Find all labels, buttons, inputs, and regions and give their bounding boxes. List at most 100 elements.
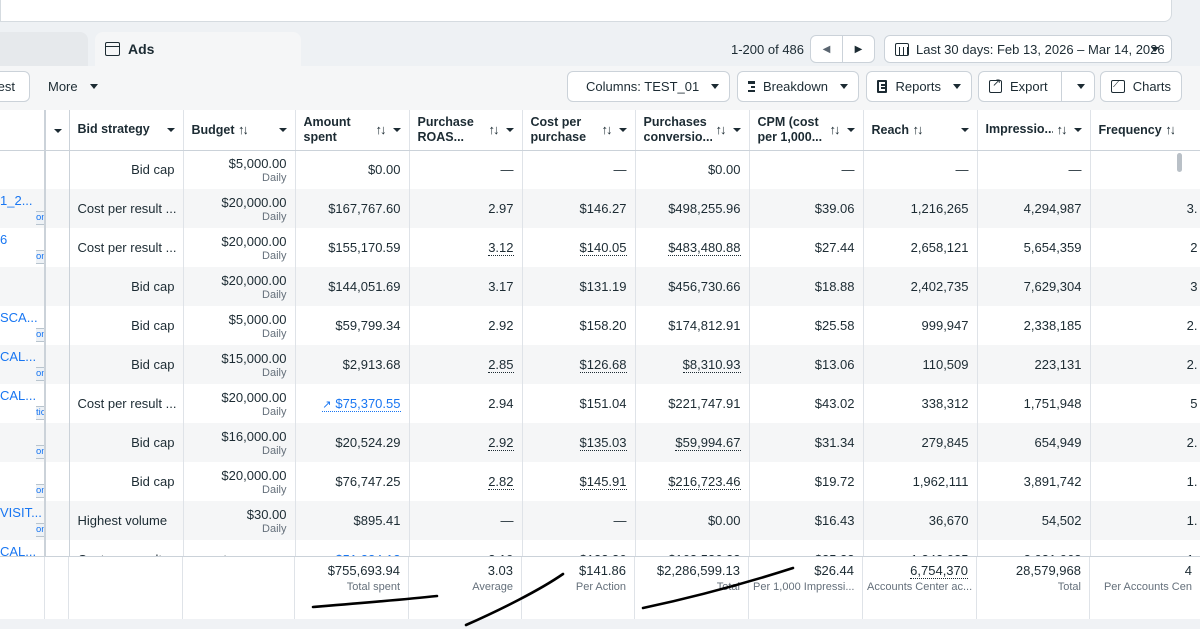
chevron-down-icon[interactable]: [53, 129, 62, 134]
budget-period: Daily: [262, 249, 287, 262]
budget-cell[interactable]: $16,000.00 Daily: [183, 423, 296, 462]
table-row[interactable]: onsBid cap$16,000.00Daily$20,524.292.92$…: [0, 423, 1200, 462]
cost-per-purchase-value: $146.27: [579, 201, 627, 216]
chevron-down-icon[interactable]: [505, 127, 514, 132]
budget-cell[interactable]: $20,000.00 Daily: [183, 384, 296, 423]
ad-name-cell[interactable]: CAL...tions: [0, 384, 46, 423]
ad-name-cell[interactable]: SCA...ons: [0, 306, 46, 345]
sort-icon[interactable]: ↑↓: [602, 122, 613, 137]
tab-ad-sets[interactable]: [0, 32, 88, 66]
cost-per-purchase-value: $158.20: [579, 318, 627, 333]
column-header-cost-per-purchase[interactable]: Cost per purchase ↑↓: [522, 110, 636, 151]
budget-cell[interactable]: $5,000.00 Daily: [183, 150, 296, 189]
chevron-down-icon[interactable]: [732, 127, 741, 132]
ad-name-link[interactable]: VISIT...: [0, 505, 42, 520]
ad-name-link[interactable]: CAL...: [0, 349, 36, 364]
chevron-down-icon[interactable]: [392, 127, 401, 132]
column-header-amount-spent[interactable]: Amount spent ↑↓: [295, 110, 410, 151]
table-row[interactable]: VISIT...onsHighest volume$30.00Daily$895…: [0, 501, 1200, 540]
frozen-column-divider[interactable]: [44, 110, 46, 618]
table-row[interactable]: CAL...tions Cost per result ...$20,000.00…: [0, 384, 1200, 423]
sort-icon[interactable]: ↑↓: [376, 122, 387, 137]
column-header-frequency[interactable]: Frequency ↑↓: [1090, 110, 1200, 151]
budget-cell[interactable]: $15,000.00 Daily: [183, 345, 296, 384]
chevron-down-icon[interactable]: [1073, 127, 1082, 132]
budget-period: Daily: [262, 366, 287, 379]
column-header-impressions[interactable]: Impressio... ↑↓: [977, 110, 1091, 151]
reports-button[interactable]: Reports: [866, 71, 972, 102]
table-row[interactable]: SCA...onsBid cap$5,000.00Daily$59,799.34…: [0, 306, 1200, 345]
table-row[interactable]: Bid cap $20,000.00 Daily $144,051.69 3.17 $13…: [0, 267, 1200, 306]
ad-name-cell[interactable]: 1_2...ons: [0, 189, 46, 228]
ad-name-cell[interactable]: 6ons: [0, 228, 46, 267]
export-menu-button[interactable]: [1061, 72, 1095, 101]
next-page-button[interactable]: ▶: [842, 35, 875, 63]
table-row[interactable]: 1_2...onsCost per result ...$20,000.00Da…: [0, 189, 1200, 228]
sort-icon[interactable]: ↑↓: [716, 122, 727, 137]
sort-icon[interactable]: ↑↓: [913, 122, 922, 137]
purchases-conversion-value: $498,255.96: [668, 201, 741, 216]
amount-spent-cell[interactable]: ↗ $75,370.55: [295, 384, 410, 423]
sort-icon[interactable]: ↑↓: [238, 122, 247, 137]
chevron-down-icon[interactable]: [960, 127, 969, 132]
budget-cell[interactable]: $20,000.00 Daily: [183, 189, 296, 228]
cpm-cell: $25.58: [749, 306, 864, 345]
ad-name-link[interactable]: 6: [0, 232, 7, 247]
column-header-name[interactable]: [0, 110, 46, 151]
breakdown-button[interactable]: Breakdown: [737, 71, 859, 102]
table-row[interactable]: CAL...onsBid cap$15,000.00Daily$2,913.68…: [0, 345, 1200, 384]
column-header-purchases-conversion[interactable]: Purchases conversio... ↑↓: [635, 110, 750, 151]
ad-name-link[interactable]: CAL...: [0, 388, 36, 403]
column-header-reach[interactable]: Reach ↑↓: [863, 110, 978, 151]
total-reach: 6,754,370 Accounts Center ac...: [863, 557, 977, 619]
columns-button[interactable]: Columns: TEST_01: [567, 71, 730, 102]
budget-cell[interactable]: $30.00 Daily: [183, 501, 296, 540]
sort-icon[interactable]: ↑↓: [1057, 122, 1068, 137]
cost-per-purchase-value: $140.05: [579, 240, 627, 256]
tab-ads[interactable]: Ads: [95, 32, 301, 66]
column-header-budget[interactable]: Budget ↑↓: [183, 110, 296, 151]
reports-label: Reports: [895, 79, 941, 94]
frequency-cell: 1.: [1090, 462, 1200, 501]
amount-spent-value[interactable]: $75,370.55: [335, 396, 400, 411]
table-row[interactable]: Bid cap $5,000.00 Daily $0.00— — $0.00— — —: [0, 150, 1200, 189]
previous-page-button[interactable]: ◀: [810, 35, 843, 63]
cost-per-purchase-value: —: [613, 513, 627, 528]
more-button[interactable]: More: [38, 71, 108, 102]
total-impressions: 28,579,968 Total: [977, 557, 1090, 619]
column-header-purchase-roas[interactable]: Purchase ROAS... ↑↓: [409, 110, 523, 151]
purchases-conversion-value: $483,480.88: [668, 240, 741, 256]
sort-icon[interactable]: ↑↓: [489, 122, 500, 137]
table-row[interactable]: 6onsCost per result ...$20,000.00Daily$1…: [0, 228, 1200, 267]
export-button[interactable]: Export: [978, 71, 1095, 102]
ad-name-link[interactable]: SCA...: [0, 310, 38, 325]
search-bar[interactable]: [0, 0, 1172, 22]
ad-name-cell[interactable]: VISIT...ons: [0, 501, 46, 540]
column-header-delivery[interactable]: [45, 110, 70, 151]
ad-name-cell[interactable]: [0, 267, 46, 306]
column-header-cpm[interactable]: CPM (cost per 1,000... ↑↓: [749, 110, 864, 151]
sort-icon[interactable]: ↑↓: [1165, 122, 1174, 137]
chevron-down-icon[interactable]: [846, 127, 855, 132]
bid-strategy-cell: Cost per result ...: [69, 384, 184, 423]
ad-name-link[interactable]: 1_2...: [0, 193, 33, 208]
ab-test-button[interactable]: est: [0, 71, 30, 102]
budget-cell[interactable]: $20,000.00 Daily: [183, 228, 296, 267]
purchase-roas-cell: 2.94: [409, 384, 523, 423]
column-header-bid-strategy[interactable]: Bid strategy: [69, 110, 184, 151]
ad-name-cell[interactable]: [0, 150, 46, 189]
chevron-down-icon[interactable]: [278, 127, 287, 132]
ad-name-cell[interactable]: ons: [0, 423, 46, 462]
budget-cell[interactable]: $20,000.00 Daily: [183, 267, 296, 306]
date-range-picker[interactable]: Last 30 days: Feb 13, 2026 – Mar 14, 202…: [884, 35, 1172, 63]
chevron-down-icon[interactable]: [166, 127, 175, 132]
budget-cell[interactable]: $20,000.00 Daily: [183, 462, 296, 501]
charts-button[interactable]: Charts: [1100, 71, 1182, 102]
ad-name-cell[interactable]: CAL...ons: [0, 345, 46, 384]
vertical-scrollbar[interactable]: [1177, 153, 1182, 172]
table-row[interactable]: onsBid cap$20,000.00Daily$76,747.252.82$…: [0, 462, 1200, 501]
budget-cell[interactable]: $5,000.00 Daily: [183, 306, 296, 345]
chevron-down-icon[interactable]: [618, 127, 627, 132]
ad-name-cell[interactable]: ons: [0, 462, 46, 501]
sort-icon[interactable]: ↑↓: [830, 122, 841, 137]
